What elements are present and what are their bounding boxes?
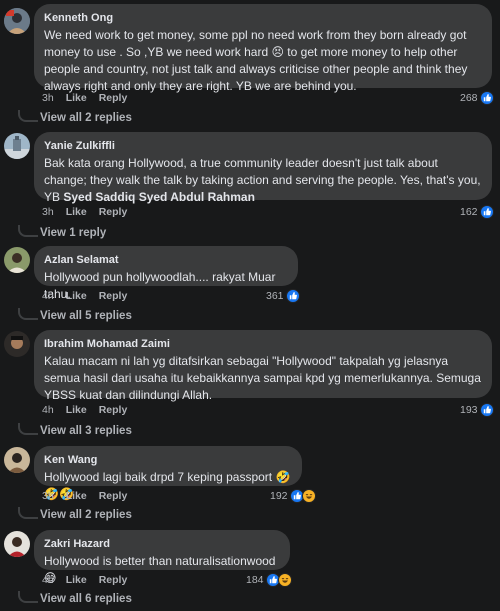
comment-bubble: Kenneth Ong We need work to get money, s… xyxy=(34,4,492,93)
reply-button[interactable]: Reply xyxy=(99,206,128,218)
like-reaction-icon xyxy=(479,91,494,105)
haha-reaction-icon xyxy=(301,489,316,503)
reaction-count: 268 xyxy=(460,92,478,104)
reaction-summary[interactable]: 184 xyxy=(246,573,292,587)
comment-time[interactable]: 3h xyxy=(42,490,54,502)
view-replies-label: View all 3 replies xyxy=(40,425,132,437)
reply-thread-icon xyxy=(18,507,38,519)
reaction-summary[interactable]: 162 xyxy=(460,205,494,219)
reaction-summary[interactable]: 193 xyxy=(460,403,494,417)
reply-button[interactable]: Reply xyxy=(99,490,128,502)
avatar[interactable] xyxy=(4,247,30,273)
comment-text-body: Hollywood is better than naturalisationw… xyxy=(44,554,276,568)
avatar[interactable] xyxy=(4,447,30,473)
reply-thread-icon xyxy=(18,308,38,320)
view-replies-link[interactable]: View all 2 replies xyxy=(18,110,132,124)
view-replies-label: View all 5 replies xyxy=(40,310,132,322)
comment-time[interactable]: 4h xyxy=(42,290,54,302)
like-reaction-icon xyxy=(479,403,494,417)
avatar[interactable] xyxy=(4,531,30,557)
like-button[interactable]: Like xyxy=(66,290,87,302)
comment-actions: 4h Like Reply xyxy=(42,290,127,302)
view-replies-link[interactable]: View all 3 replies xyxy=(18,423,132,437)
like-reaction-icon xyxy=(285,289,300,303)
comment-text: We need work to get money, some ppl no n… xyxy=(44,28,468,93)
comment-time[interactable]: 3h xyxy=(42,92,54,104)
reply-thread-icon xyxy=(18,591,38,603)
like-button[interactable]: Like xyxy=(66,92,87,104)
comment-bubble: Ken Wang Hollywood lagi baik drpd 7 kepi… xyxy=(34,446,302,501)
reaction-summary[interactable]: 192 xyxy=(270,489,316,503)
haha-reaction-icon xyxy=(277,573,292,587)
view-replies-label: View 1 reply xyxy=(40,227,107,239)
mention-link[interactable]: Syed Saddiq Syed Abdul Rahman xyxy=(63,190,255,204)
comment-actions: 3h Like Reply xyxy=(42,92,127,104)
reply-thread-icon xyxy=(18,110,38,122)
reaction-count: 192 xyxy=(270,490,288,502)
reaction-summary[interactable]: 361 xyxy=(266,289,300,303)
avatar[interactable] xyxy=(4,331,30,357)
comment-actions: 4h Like Reply xyxy=(42,404,127,416)
view-replies-link[interactable]: View all 2 replies xyxy=(18,507,132,521)
comment-bubble: Yanie Zulkiffli Bak kata orang Hollywood… xyxy=(34,132,492,204)
reply-button[interactable]: Reply xyxy=(99,290,128,302)
reply-thread-icon xyxy=(18,225,38,237)
comment-author[interactable]: Kenneth Ong xyxy=(44,11,482,25)
comment-author[interactable]: Ken Wang xyxy=(44,453,292,467)
reply-thread-icon xyxy=(18,423,38,435)
like-button[interactable]: Like xyxy=(66,404,87,416)
comment-bubble: Ibrahim Mohamad Zaimi Kalau macam ni lah… xyxy=(34,330,492,402)
like-button[interactable]: Like xyxy=(66,206,87,218)
reaction-summary[interactable]: 268 xyxy=(460,91,494,105)
reaction-count: 361 xyxy=(266,290,284,302)
view-replies-label: View all 2 replies xyxy=(40,509,132,521)
comment-bubble: Zakri Hazard Hollywood is better than na… xyxy=(34,530,290,585)
avatar[interactable] xyxy=(4,133,30,159)
comment-author[interactable]: Zakri Hazard xyxy=(44,537,280,551)
comment-text-body: Hollywood lagi baik drpd 7 keping passpo… xyxy=(44,470,273,484)
comment-bubble: Azlan Selamat Hollywood pun hollywoodlah… xyxy=(34,246,298,301)
like-button[interactable]: Like xyxy=(66,490,87,502)
comment-time[interactable]: 4h xyxy=(42,574,54,586)
like-button[interactable]: Like xyxy=(66,574,87,586)
comment-actions: 4h Like Reply xyxy=(42,574,127,586)
comment-text: Kalau macam ni lah yg ditafsirkan sebaga… xyxy=(44,354,481,402)
comment-author[interactable]: Ibrahim Mohamad Zaimi xyxy=(44,337,482,351)
comment-text: Bak kata orang Hollywood, a true communi… xyxy=(44,155,482,206)
comment-actions: 3h Like Reply xyxy=(42,206,127,218)
reaction-count: 162 xyxy=(460,206,478,218)
comment-actions: 3h Like Reply xyxy=(42,490,127,502)
comment-author[interactable]: Yanie Zulkiffli xyxy=(44,139,482,153)
view-replies-link[interactable]: View all 6 replies xyxy=(18,591,132,605)
reply-button[interactable]: Reply xyxy=(99,404,128,416)
view-replies-label: View all 2 replies xyxy=(40,112,132,124)
reaction-count: 184 xyxy=(246,574,264,586)
view-replies-label: View all 6 replies xyxy=(40,593,132,605)
reaction-count: 193 xyxy=(460,404,478,416)
reply-button[interactable]: Reply xyxy=(99,92,128,104)
comment-time[interactable]: 4h xyxy=(42,404,54,416)
avatar[interactable] xyxy=(4,8,30,34)
like-reaction-icon xyxy=(479,205,494,219)
view-replies-link[interactable]: View all 5 replies xyxy=(18,308,132,322)
view-replies-link[interactable]: View 1 reply xyxy=(18,225,107,239)
comment-time[interactable]: 3h xyxy=(42,206,54,218)
reply-button[interactable]: Reply xyxy=(99,574,128,586)
comment-author[interactable]: Azlan Selamat xyxy=(44,253,288,267)
